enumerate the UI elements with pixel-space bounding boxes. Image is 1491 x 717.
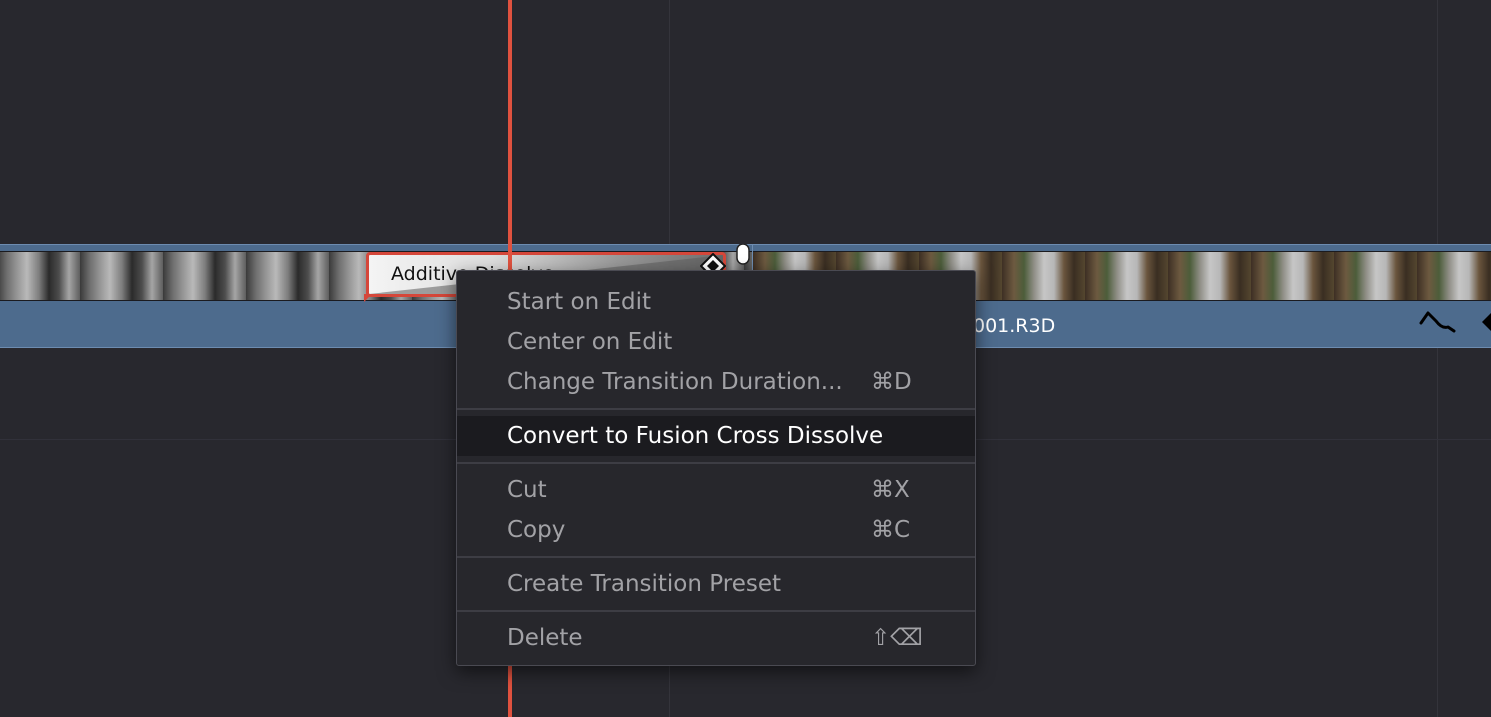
menu-item-center-on-edit[interactable]: Center on Edit [457, 322, 975, 362]
menu-item-delete[interactable]: Delete ⇧⌫ [457, 618, 975, 658]
clip-name: 001.R3D [973, 315, 1056, 337]
keyframe-diamond-icon[interactable] [1482, 311, 1491, 333]
timeline-viewport[interactable]: 001.R3D Additive Dissolve Start on Edit … [0, 0, 1491, 717]
menu-item-start-on-edit[interactable]: Start on Edit [457, 282, 975, 322]
edit-point-handle-icon[interactable] [736, 244, 750, 266]
transition-corner [364, 294, 372, 302]
menu-separator [457, 556, 975, 558]
timeline-gridline [1437, 0, 1438, 717]
keyframe-curve-icon[interactable] [1418, 307, 1458, 337]
menu-item-create-transition-preset[interactable]: Create Transition Preset [457, 564, 975, 604]
menu-separator [457, 462, 975, 464]
transition-context-menu: Start on Edit Center on Edit Change Tran… [456, 270, 976, 666]
menu-separator [457, 408, 975, 410]
menu-item-convert-to-fusion-cross-dissolve[interactable]: Convert to Fusion Cross Dissolve [457, 416, 975, 456]
menu-separator [457, 610, 975, 612]
menu-item-change-transition-duration[interactable]: Change Transition Duration... ⌘D [457, 362, 975, 402]
menu-item-cut[interactable]: Cut ⌘X [457, 470, 975, 510]
menu-item-copy[interactable]: Copy ⌘C [457, 510, 975, 550]
